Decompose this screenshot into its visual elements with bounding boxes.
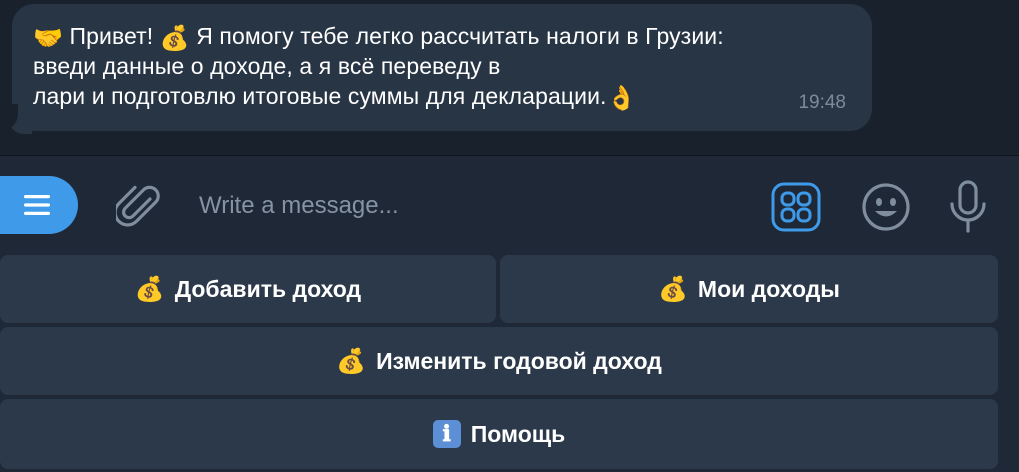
voice-message-button[interactable] xyxy=(942,178,994,236)
money-bag-emoji-icon: 💰 xyxy=(134,275,165,303)
chat-area: 🤝 Привет! 💰 Я помогу тебе легко рассчита… xyxy=(0,0,1019,156)
smiley-icon xyxy=(862,183,910,231)
handshake-emoji-icon: 🤝 xyxy=(33,24,63,52)
apps-grid-icon xyxy=(771,182,821,232)
my-income-label: Мои доходы xyxy=(697,275,840,302)
message-text-part: Привет! xyxy=(62,23,160,49)
message-composer xyxy=(0,156,1019,252)
info-icon: ℹ xyxy=(432,420,461,448)
message-text-part: Я помогу тебе легко рассчитать налоги в … xyxy=(189,23,724,49)
money-bag-emoji-icon: 💰 xyxy=(658,275,688,303)
message-line-1: 🤝 Привет! 💰 Я помогу тебе легко рассчита… xyxy=(33,21,852,51)
message-line-2: введи данные о доходе, а я всё переведу … xyxy=(33,53,501,79)
emoji-button[interactable] xyxy=(860,181,912,233)
microphone-icon xyxy=(950,180,986,233)
message-input[interactable] xyxy=(199,186,739,226)
message-line-3: лари и подготовлю итоговые суммы для дек… xyxy=(33,81,852,111)
message-timestamp: 19:48 xyxy=(798,92,846,113)
ok-hand-emoji-icon: 👌 xyxy=(606,84,637,112)
add-income-button[interactable]: 💰 Добавить доход xyxy=(0,255,496,323)
my-income-button[interactable]: 💰 Мои доходы xyxy=(500,255,998,323)
menu-button[interactable] xyxy=(0,176,78,234)
attach-button[interactable] xyxy=(112,181,164,233)
message-text: 🤝 Привет! 💰 Я помогу тебе легко рассчита… xyxy=(33,21,852,111)
money-bag-emoji-icon: 💰 xyxy=(159,24,190,52)
paperclip-icon xyxy=(116,185,160,227)
message-text-part: лари и подготовлю итоговые суммы для дек… xyxy=(33,83,607,109)
edit-annual-income-button[interactable]: 💰 Изменить годовой доход xyxy=(0,327,998,395)
message-bubble: 🤝 Привет! 💰 Я помогу тебе легко рассчита… xyxy=(0,4,872,134)
help-button[interactable]: ℹ Помощь xyxy=(0,399,998,469)
menu-icon xyxy=(24,195,50,215)
add-income-label: Добавить доход xyxy=(174,275,362,302)
edit-annual-income-label: Изменить годовой доход xyxy=(376,347,662,374)
help-label: Помощь xyxy=(470,420,566,447)
money-bag-emoji-icon: 💰 xyxy=(336,347,367,375)
apps-button[interactable] xyxy=(770,181,822,233)
bot-keyboard: 💰 Добавить доход 💰 Мои доходы 💰 Изменить… xyxy=(0,252,1019,472)
